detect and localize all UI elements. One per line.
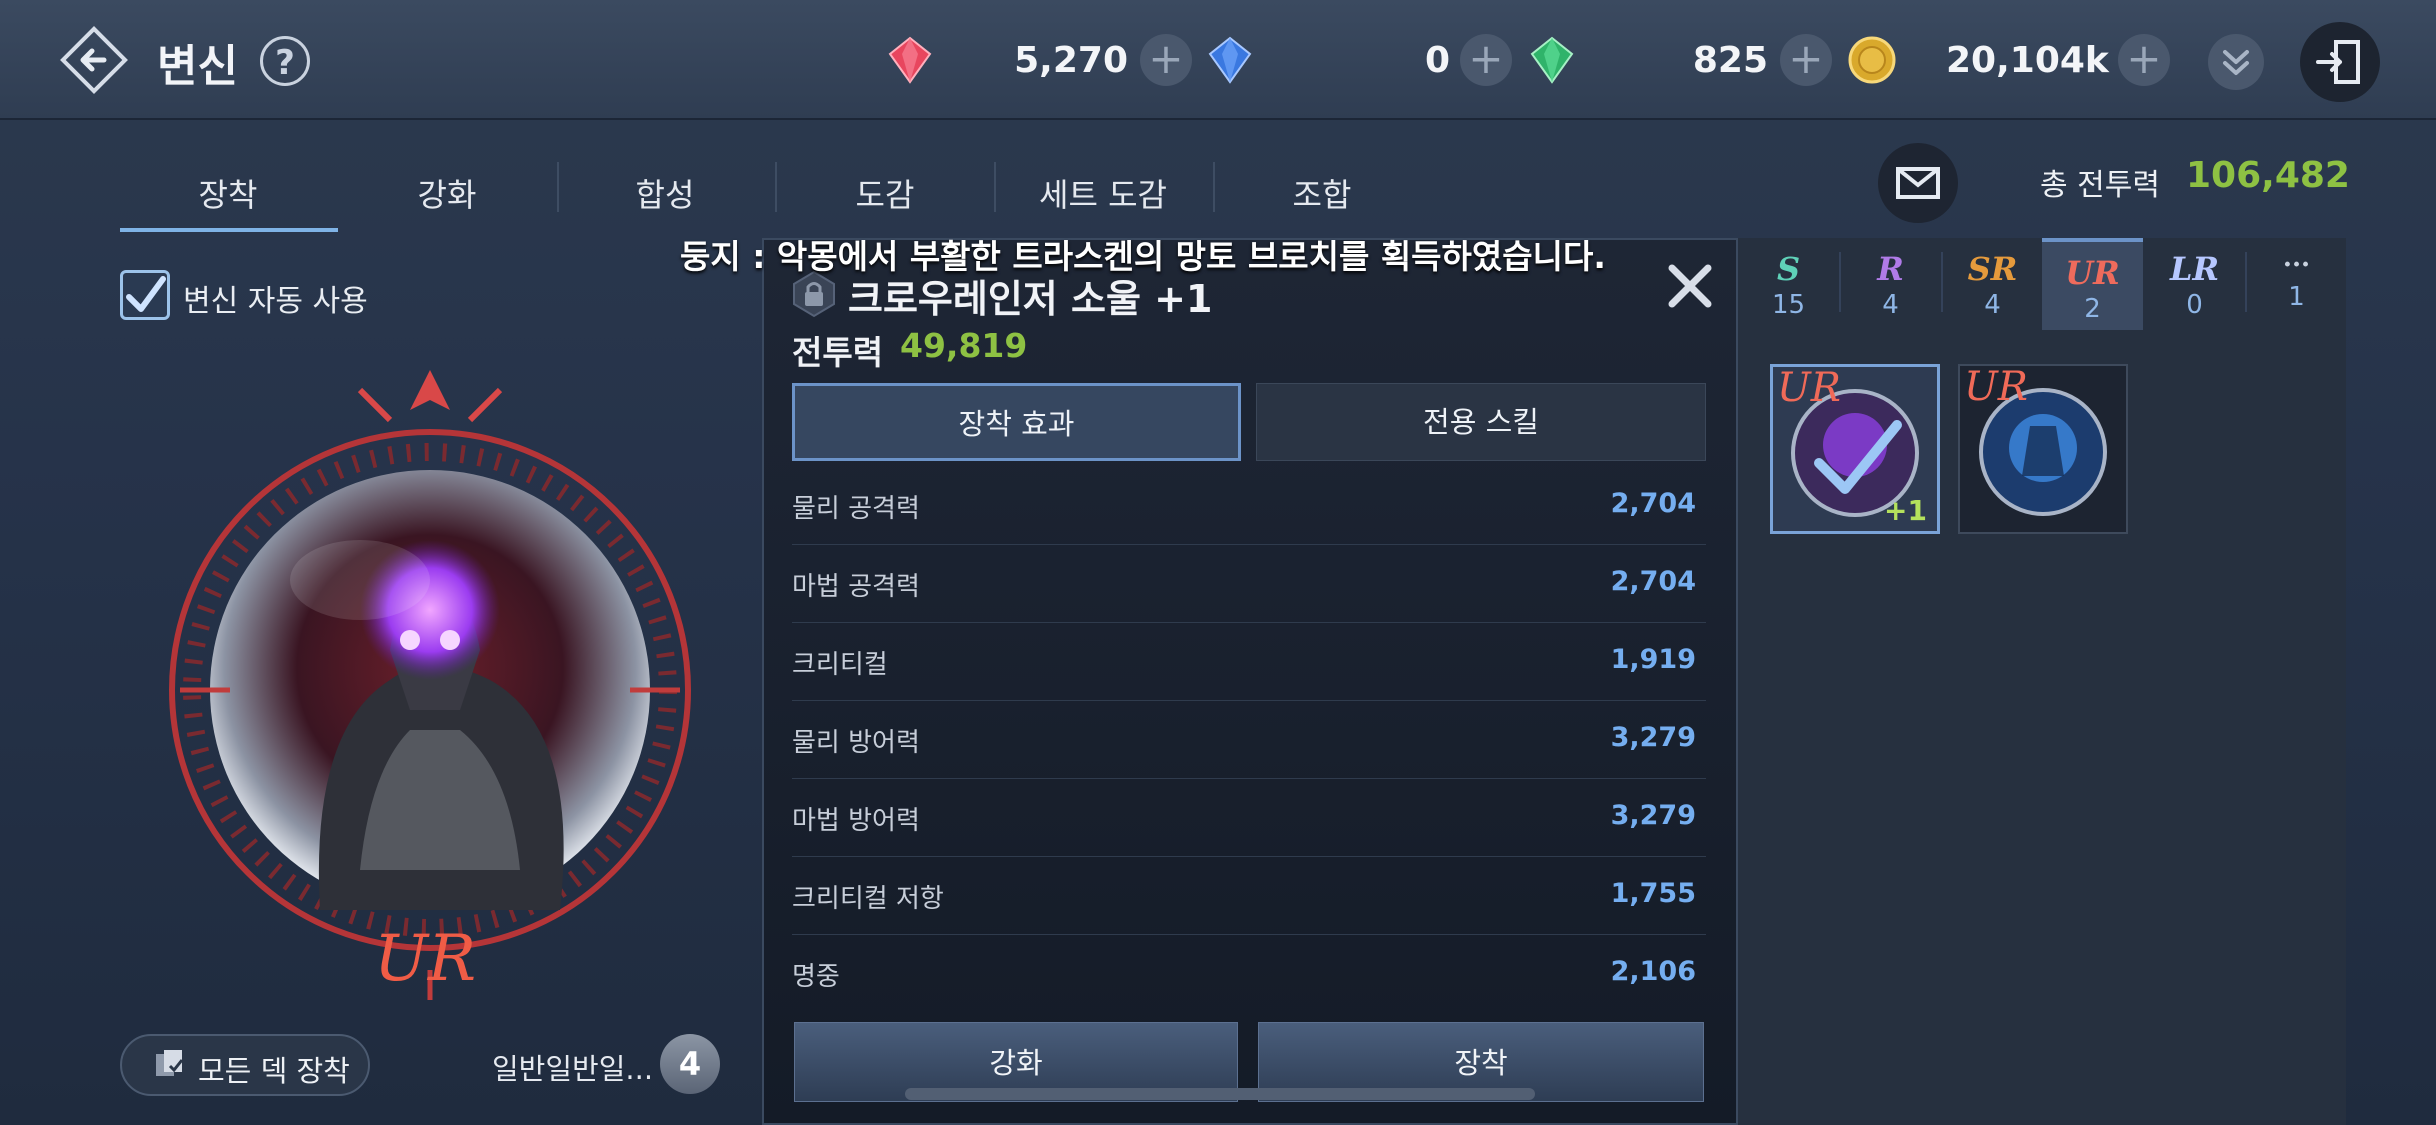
add-red-gem-button[interactable]: + — [1140, 34, 1192, 86]
chevron-down-icon[interactable] — [2208, 34, 2264, 90]
exit-icon[interactable] — [2300, 22, 2380, 102]
tab-combination[interactable]: 조합 — [1222, 170, 1422, 216]
stat-label: 마법 공격력 — [792, 572, 920, 602]
preset-name[interactable]: 일반일반일... — [492, 1046, 653, 1088]
tab-divider — [775, 162, 777, 212]
stat-row: 물리 공격력 2,704 — [792, 466, 1706, 545]
card-grade: UR — [1777, 365, 1841, 411]
power-value: 49,819 — [900, 326, 1028, 365]
blue-gem-count: 0 — [1424, 40, 1450, 81]
tab-divider — [557, 162, 559, 212]
portrait-grade-label: UR — [374, 922, 476, 996]
auto-use-checkbox[interactable] — [120, 270, 170, 320]
page-title: 변신 — [157, 41, 238, 92]
stat-row: 마법 공격력 2,704 — [792, 544, 1706, 623]
stat-label: 물리 공격력 — [792, 494, 920, 524]
stat-value: 1,755 — [1610, 878, 1696, 909]
grade-tab-sr[interactable]: SR 4 — [1942, 238, 2043, 330]
transformation-card[interactable]: UR +1 — [1770, 364, 1940, 534]
add-green-gem-button[interactable]: + — [1780, 34, 1832, 86]
stat-value: 1,919 — [1610, 644, 1696, 675]
stat-row: 명중 2,106 — [792, 934, 1706, 1012]
stat-value: 2,704 — [1610, 566, 1696, 597]
mail-icon — [1896, 167, 1940, 199]
total-power-value: 106,482 — [2186, 155, 2350, 196]
preset-number-badge[interactable]: 4 — [660, 1034, 720, 1094]
back-arrow-icon[interactable] — [58, 24, 130, 96]
stat-row: 마법 방어력 3,279 — [792, 778, 1706, 857]
transformation-portrait: UR — [169, 370, 691, 1000]
grade-tab-lr[interactable]: LR 0 — [2144, 238, 2245, 330]
stat-row: 크리티컬 저항 1,755 — [792, 856, 1706, 935]
acquisition-notice: 둥지 : 악몽에서 부활한 트라스켄의 망토 브로치를 획득하였습니다. — [680, 237, 1606, 276]
tab-synthesis[interactable]: 합성 — [565, 170, 765, 216]
stat-value: 3,279 — [1610, 722, 1696, 753]
stat-row: 크리티컬 1,919 — [792, 622, 1706, 701]
auto-use-label: 변신 자동 사용 — [183, 284, 368, 319]
grade-tab-r[interactable]: R4 — [1840, 238, 1941, 330]
total-power-label: 총 전투력 — [2040, 168, 2160, 203]
grade-tab-more[interactable]: ··· 1 — [2246, 238, 2347, 330]
tab-equip-effect[interactable]: 장착 효과 — [792, 383, 1241, 461]
card-grade: UR — [1964, 364, 2028, 410]
stat-label: 마법 방어력 — [792, 806, 920, 836]
tab-enhance[interactable]: 강화 — [347, 170, 547, 216]
tab-divider — [1213, 162, 1215, 212]
stat-label: 물리 방어력 — [792, 728, 920, 758]
green-gem-icon — [1530, 36, 1574, 84]
power-label: 전투력 — [792, 333, 884, 372]
deck-icon — [156, 1050, 184, 1076]
card-enhance-level: +1 — [1884, 494, 1927, 527]
tab-set-collection[interactable]: 세트 도감 — [1003, 170, 1203, 216]
stat-row: 물리 방어력 3,279 — [792, 700, 1706, 779]
add-gold-button[interactable]: + — [2118, 34, 2170, 86]
tab-collection[interactable]: 도감 — [785, 170, 985, 216]
red-gem-count: 5,270 — [1014, 40, 1128, 81]
transformation-card[interactable]: UR — [1958, 364, 2128, 534]
green-gem-count: 825 — [1692, 40, 1768, 81]
stat-value: 3,279 — [1610, 800, 1696, 831]
tab-equip[interactable]: 장착 — [128, 170, 328, 216]
stat-label: 크리티컬 — [792, 650, 888, 680]
gold-count: 20,104k — [1946, 40, 2109, 81]
gold-coin-icon — [1848, 36, 1896, 84]
scrollbar[interactable] — [905, 1088, 1535, 1100]
equip-all-decks-label: 모든 덱 장착 — [198, 1054, 350, 1088]
tab-exclusive-skill[interactable]: 전용 스킬 — [1256, 383, 1706, 461]
stat-label: 명중 — [792, 962, 840, 992]
stat-value: 2,704 — [1610, 488, 1696, 519]
mail-button[interactable] — [1878, 143, 1958, 223]
more-icon: ··· — [2282, 250, 2311, 280]
tab-divider — [994, 162, 996, 212]
help-icon[interactable]: ? — [260, 36, 310, 86]
stat-value: 2,106 — [1610, 956, 1696, 987]
active-tab-indicator — [120, 228, 338, 232]
grade-tab-s[interactable]: S 15 — [1738, 238, 1839, 330]
grade-tab-ur[interactable]: UR 2 — [2042, 238, 2143, 330]
add-blue-gem-button[interactable]: + — [1460, 34, 1512, 86]
close-icon[interactable] — [1658, 254, 1722, 318]
blue-gem-icon — [1208, 36, 1252, 84]
red-gem-icon — [888, 36, 932, 84]
stat-label: 크리티컬 저항 — [792, 884, 944, 914]
